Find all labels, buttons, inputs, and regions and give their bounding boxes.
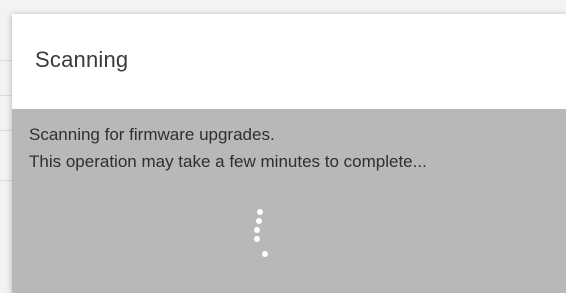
spinner-dot [254, 227, 260, 233]
spinner-dot [254, 236, 260, 242]
dialog-body: Scanning for firmware upgrades. This ope… [12, 109, 566, 293]
backdrop-divider [0, 180, 12, 181]
backdrop-divider [0, 95, 12, 96]
scanning-dialog: Scanning Scanning for firmware upgrades.… [12, 14, 566, 293]
status-message: Scanning for firmware upgrades. [29, 125, 275, 144]
backdrop-divider [0, 130, 12, 131]
spinner-dot [256, 218, 262, 224]
backdrop-divider [0, 60, 12, 61]
dialog-header: Scanning [12, 14, 566, 109]
dialog-title: Scanning [35, 47, 129, 72]
status-detail-message: This operation may take a few minutes to… [29, 152, 427, 171]
loading-spinner-icon [249, 209, 273, 269]
spinner-dot [257, 209, 263, 215]
spinner-dot [262, 251, 268, 257]
